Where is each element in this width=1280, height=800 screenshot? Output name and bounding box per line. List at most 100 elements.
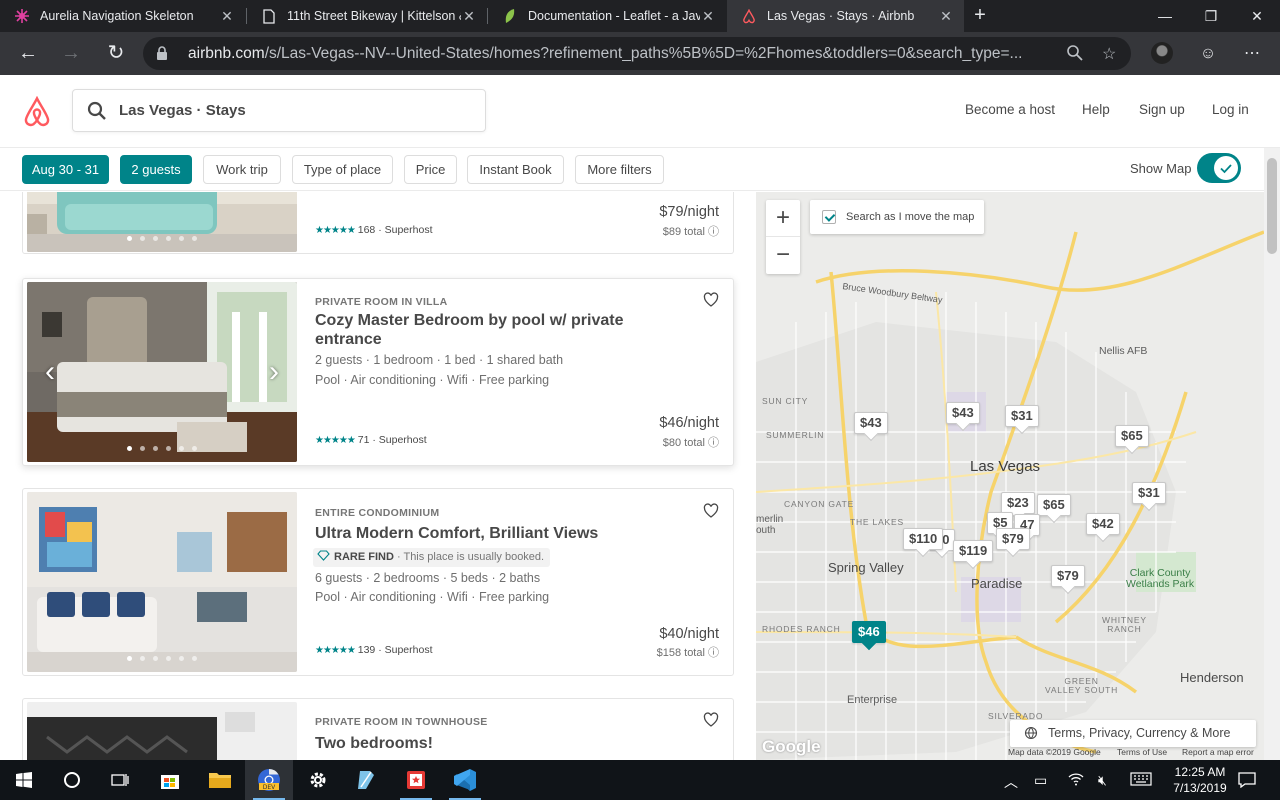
search-input[interactable]: Las Vegas · Stays bbox=[72, 89, 486, 132]
become-host-link[interactable]: Become a host bbox=[965, 102, 1055, 117]
lock-icon[interactable] bbox=[155, 45, 169, 66]
close-window-button[interactable]: ✕ bbox=[1234, 0, 1280, 32]
price-pin[interactable]: $43 bbox=[854, 412, 888, 434]
reload-button[interactable]: ↻ bbox=[102, 40, 130, 68]
task-view-button[interactable] bbox=[96, 760, 144, 800]
price-pin[interactable]: $110 bbox=[903, 528, 944, 550]
chrome-dev-app[interactable]: DEV bbox=[245, 760, 293, 800]
zoom-out-button[interactable]: − bbox=[766, 237, 800, 274]
wifi-icon[interactable] bbox=[1068, 772, 1084, 789]
back-button[interactable]: ← bbox=[14, 40, 42, 68]
forward-button[interactable]: → bbox=[57, 40, 85, 68]
listing-photo[interactable] bbox=[27, 192, 297, 252]
listing-amenities: Pool · Air conditioning · Wifi · Free pa… bbox=[315, 373, 550, 387]
new-tab-button[interactable]: + bbox=[968, 4, 992, 28]
price-pin[interactable]: $119 bbox=[953, 540, 994, 562]
notepad-app[interactable] bbox=[342, 760, 390, 800]
signup-link[interactable]: Sign up bbox=[1139, 102, 1185, 117]
guests-filter-button[interactable]: 2 guests bbox=[120, 155, 192, 184]
maximize-button[interactable]: ❐ bbox=[1188, 0, 1234, 32]
results-map[interactable]: + − Search as I move the map Bruce Woodb… bbox=[756, 192, 1264, 760]
zoom-icon[interactable] bbox=[1066, 44, 1083, 66]
help-link[interactable]: Help bbox=[1082, 102, 1110, 117]
vscode-app[interactable] bbox=[441, 760, 489, 800]
close-icon[interactable]: ✕ bbox=[461, 8, 477, 25]
listing-title[interactable]: Ultra Modern Comfort, Brilliant Views bbox=[315, 524, 665, 543]
listing-card[interactable]: $79/night $89 total ⓘ ★★★★★ 168 · Superh… bbox=[22, 192, 734, 254]
price-pin[interactable]: $31 bbox=[1005, 405, 1039, 427]
listing-price: $79/night bbox=[659, 204, 719, 220]
search-query: Las Vegas · Stays bbox=[119, 102, 246, 119]
file-explorer-app[interactable] bbox=[196, 760, 244, 800]
settings-app[interactable] bbox=[294, 760, 342, 800]
type-of-place-filter-button[interactable]: Type of place bbox=[292, 155, 393, 184]
price-pin[interactable]: $23 bbox=[1001, 492, 1035, 514]
system-clock[interactable]: 12:25 AM 7/13/2019 bbox=[1160, 764, 1240, 796]
close-icon[interactable]: ✕ bbox=[219, 8, 235, 25]
keyboard-icon[interactable] bbox=[1130, 772, 1152, 789]
photo-dots[interactable] bbox=[27, 228, 297, 246]
listing-results: $79/night $89 total ⓘ ★★★★★ 168 · Superh… bbox=[0, 192, 755, 760]
price-pin[interactable]: $65 bbox=[1037, 494, 1071, 516]
search-as-move-checkbox[interactable]: Search as I move the map bbox=[810, 200, 985, 234]
smiley-icon[interactable]: ☺ bbox=[1194, 40, 1222, 68]
listing-card[interactable]: ‹ › PRIVATE ROOM IN VILLA Cozy Master Be… bbox=[22, 278, 734, 466]
price-filter-button[interactable]: Price bbox=[404, 155, 457, 184]
store-app[interactable] bbox=[146, 760, 194, 800]
bookmark-app[interactable] bbox=[392, 760, 440, 800]
instant-book-filter-button[interactable]: Instant Book bbox=[467, 155, 564, 184]
photo-dots[interactable] bbox=[27, 438, 297, 456]
price-pin[interactable]: $79 bbox=[1051, 565, 1085, 587]
address-bar[interactable]: airbnb.com/s/Las-Vegas--NV--United-State… bbox=[143, 37, 1131, 70]
listing-title[interactable]: Two bedrooms! bbox=[315, 734, 665, 753]
price-pin[interactable]: $65 bbox=[1115, 425, 1149, 447]
price-pin[interactable]: $79 bbox=[996, 528, 1030, 550]
next-photo-button[interactable]: › bbox=[269, 357, 279, 387]
heart-icon[interactable] bbox=[703, 292, 719, 308]
heart-icon[interactable] bbox=[703, 503, 719, 519]
dates-filter-button[interactable]: Aug 30 - 31 bbox=[22, 155, 109, 184]
search-button[interactable] bbox=[48, 760, 96, 800]
start-button[interactable] bbox=[0, 760, 48, 800]
terms-of-use-link[interactable]: Terms of Use bbox=[1117, 747, 1167, 757]
checkbox-icon[interactable] bbox=[822, 210, 836, 224]
listing-card[interactable]: ENTIRE CONDOMINIUM Ultra Modern Comfort,… bbox=[22, 488, 734, 676]
previous-photo-button[interactable]: ‹ bbox=[45, 357, 55, 387]
tab-airbnb[interactable]: Las Vegas · Stays · Airbnb ✕ bbox=[727, 0, 964, 32]
listing-photo[interactable]: ‹ › bbox=[27, 282, 297, 462]
notifications-icon[interactable] bbox=[1238, 772, 1256, 791]
more-menu-icon[interactable]: ⋯ bbox=[1238, 40, 1266, 68]
listing-photo[interactable] bbox=[27, 702, 297, 760]
more-filters-button[interactable]: More filters bbox=[575, 155, 664, 184]
map-terms-button[interactable]: Terms, Privacy, Currency & More bbox=[1010, 720, 1256, 747]
price-pin[interactable]: $42 bbox=[1086, 513, 1120, 535]
login-link[interactable]: Log in bbox=[1212, 102, 1249, 117]
airbnb-logo-icon[interactable] bbox=[22, 95, 52, 133]
photo-dots[interactable] bbox=[27, 648, 297, 666]
scrollbar-thumb[interactable] bbox=[1267, 158, 1277, 254]
close-icon[interactable]: ✕ bbox=[700, 8, 716, 25]
battery-icon[interactable]: ▭ bbox=[1034, 772, 1047, 789]
heart-icon[interactable] bbox=[703, 712, 719, 728]
work-trip-filter-button[interactable]: Work trip bbox=[203, 155, 281, 184]
zoom-in-button[interactable]: + bbox=[766, 200, 800, 237]
tab-leaflet[interactable]: Documentation - Leaflet - a JavaScript l… bbox=[488, 0, 726, 32]
url-text[interactable]: airbnb.com/s/Las-Vegas--NV--United-State… bbox=[188, 45, 1048, 63]
price-pin[interactable]: $31 bbox=[1132, 482, 1166, 504]
tab-aurelia[interactable]: Aurelia Navigation Skeleton ✕ bbox=[0, 0, 245, 32]
price-pin[interactable]: $43 bbox=[946, 402, 980, 424]
profile-avatar[interactable] bbox=[1151, 42, 1173, 64]
listing-card[interactable]: PRIVATE ROOM IN TOWNHOUSE Two bedrooms! bbox=[22, 698, 734, 760]
minimize-button[interactable]: — bbox=[1142, 0, 1188, 32]
show-hidden-icons-button[interactable]: ︿ bbox=[1004, 772, 1018, 792]
close-icon[interactable]: ✕ bbox=[938, 8, 954, 25]
show-map-toggle[interactable] bbox=[1197, 153, 1241, 183]
volume-icon[interactable]: 🔇︎ bbox=[1098, 772, 1107, 789]
listing-title[interactable]: Cozy Master Bedroom by pool w/ private e… bbox=[315, 311, 665, 349]
page-scrollbar[interactable] bbox=[1264, 148, 1280, 760]
price-pin-selected[interactable]: $46 bbox=[852, 621, 886, 643]
listing-photo[interactable] bbox=[27, 492, 297, 672]
report-map-error-link[interactable]: Report a map error bbox=[1182, 747, 1254, 757]
star-icon[interactable]: ☆ bbox=[1102, 44, 1116, 64]
tab-kittelson[interactable]: 11th Street Bikeway | Kittelson & Associ… bbox=[247, 0, 487, 32]
